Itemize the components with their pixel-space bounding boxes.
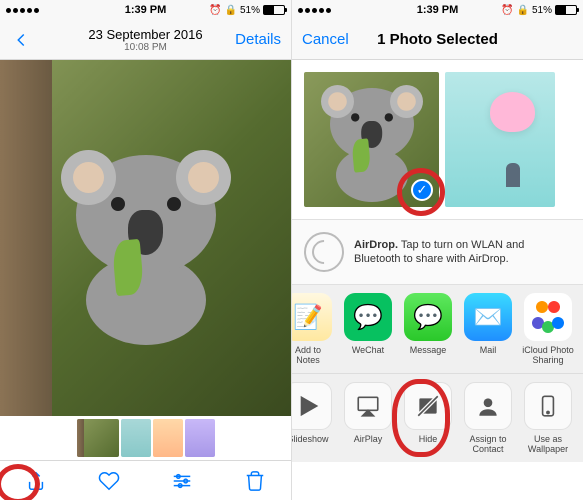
action-label: Assign to Contact — [462, 434, 514, 454]
airdrop-row[interactable]: AirDrop. Tap to turn on WLAN and Bluetoo… — [292, 219, 583, 285]
share-icon — [25, 470, 47, 492]
app-label: Message — [402, 345, 454, 355]
app-label: iCloud Photo Sharing — [522, 345, 574, 365]
thumbnail[interactable] — [185, 419, 215, 457]
action-airplay[interactable]: AirPlay — [342, 382, 394, 454]
heart-icon — [98, 470, 120, 492]
rotation-lock-icon: 🔒 — [517, 5, 529, 16]
share-app-message[interactable]: 💬 Message — [402, 293, 454, 365]
action-label: Hide — [402, 434, 454, 444]
icloud-sharing-icon — [524, 293, 572, 341]
nav-bar: 23 September 2016 10:08 PM Details — [0, 20, 291, 60]
share-app-wechat[interactable]: 💬 WeChat — [342, 293, 394, 365]
thumbnail[interactable] — [153, 419, 183, 457]
action-slideshow[interactable]: Slideshow — [292, 382, 334, 454]
signal-dots — [6, 8, 39, 13]
trash-icon — [244, 470, 266, 492]
app-label: Mail — [462, 345, 514, 355]
app-label: Add to Notes — [292, 345, 334, 365]
battery-pct: 51% — [240, 5, 260, 16]
cancel-button[interactable]: Cancel — [302, 31, 349, 48]
signal-dots — [298, 8, 331, 13]
status-time: 1:39 PM — [125, 4, 167, 16]
photo-time: 10:08 PM — [88, 42, 202, 53]
share-title: 1 Photo Selected — [377, 31, 498, 48]
play-icon — [292, 382, 332, 430]
action-wallpaper[interactable]: Use as Wallpaper — [522, 382, 574, 454]
alarm-icon: ⏰ — [209, 5, 221, 16]
message-icon: 💬 — [404, 293, 452, 341]
action-label: Use as Wallpaper — [522, 434, 574, 454]
battery-icon — [555, 5, 577, 15]
share-app-icloud[interactable]: iCloud Photo Sharing — [522, 293, 574, 365]
photo-viewer[interactable] — [0, 60, 291, 416]
bottom-toolbar — [0, 460, 291, 500]
airdrop-icon — [304, 232, 344, 272]
status-bar: 1:39 PM ⏰ 🔒 51% — [0, 0, 291, 20]
edit-button[interactable] — [162, 461, 202, 500]
selection-checkmark: ✓ — [411, 179, 433, 201]
details-button[interactable]: Details — [235, 31, 281, 48]
alarm-icon: ⏰ — [501, 5, 513, 16]
photo-date: 23 September 2016 — [88, 27, 202, 42]
mail-icon: ✉️ — [464, 293, 512, 341]
battery-pct: 51% — [532, 5, 552, 16]
action-hide[interactable]: Hide — [402, 382, 454, 454]
thumbnail-strip[interactable] — [0, 416, 291, 460]
phone-right-share: 1:39 PM ⏰ 🔒 51% Cancel 1 Photo Selected … — [291, 0, 583, 500]
phone-left-detail: 1:39 PM ⏰ 🔒 51% 23 September 2016 10:08 … — [0, 0, 291, 500]
nav-title: 23 September 2016 10:08 PM — [88, 27, 202, 53]
contact-icon — [464, 382, 512, 430]
thumbnail[interactable] — [121, 419, 151, 457]
delete-button[interactable] — [235, 461, 275, 500]
selected-photo[interactable]: ✓ — [304, 72, 439, 207]
app-label: WeChat — [342, 345, 394, 355]
notes-icon: 📝 — [292, 293, 332, 341]
airplay-icon — [344, 382, 392, 430]
action-label: Slideshow — [292, 434, 334, 444]
nav-bar: Cancel 1 Photo Selected — [292, 20, 583, 60]
action-label: AirPlay — [342, 434, 394, 444]
thumbnail-current[interactable] — [77, 419, 119, 457]
rotation-lock-icon: 🔒 — [225, 5, 237, 16]
action-assign-contact[interactable]: Assign to Contact — [462, 382, 514, 454]
share-button[interactable] — [16, 461, 56, 500]
photo-selection-row: ✓ — [292, 60, 583, 219]
sliders-icon — [171, 470, 193, 492]
battery-icon — [263, 5, 285, 15]
airdrop-text: AirDrop. Tap to turn on WLAN and Bluetoo… — [354, 238, 571, 267]
status-bar: 1:39 PM ⏰ 🔒 51% — [292, 0, 583, 20]
chevron-left-icon — [10, 29, 32, 51]
status-time: 1:39 PM — [417, 4, 459, 16]
share-app-mail[interactable]: ✉️ Mail — [462, 293, 514, 365]
share-app-notes[interactable]: 📝 Add to Notes — [292, 293, 334, 365]
wechat-icon: 💬 — [344, 293, 392, 341]
back-button[interactable] — [10, 29, 32, 51]
adjacent-photo[interactable] — [445, 72, 555, 207]
photo-content — [0, 60, 291, 416]
hide-icon — [404, 382, 452, 430]
share-apps-row: 📝 Add to Notes 💬 WeChat 💬 Message ✉️ Mai… — [292, 285, 583, 374]
wallpaper-icon — [524, 382, 572, 430]
actions-row: Slideshow AirPlay Hide Assign to Contact… — [292, 374, 583, 462]
favorite-button[interactable] — [89, 461, 129, 500]
